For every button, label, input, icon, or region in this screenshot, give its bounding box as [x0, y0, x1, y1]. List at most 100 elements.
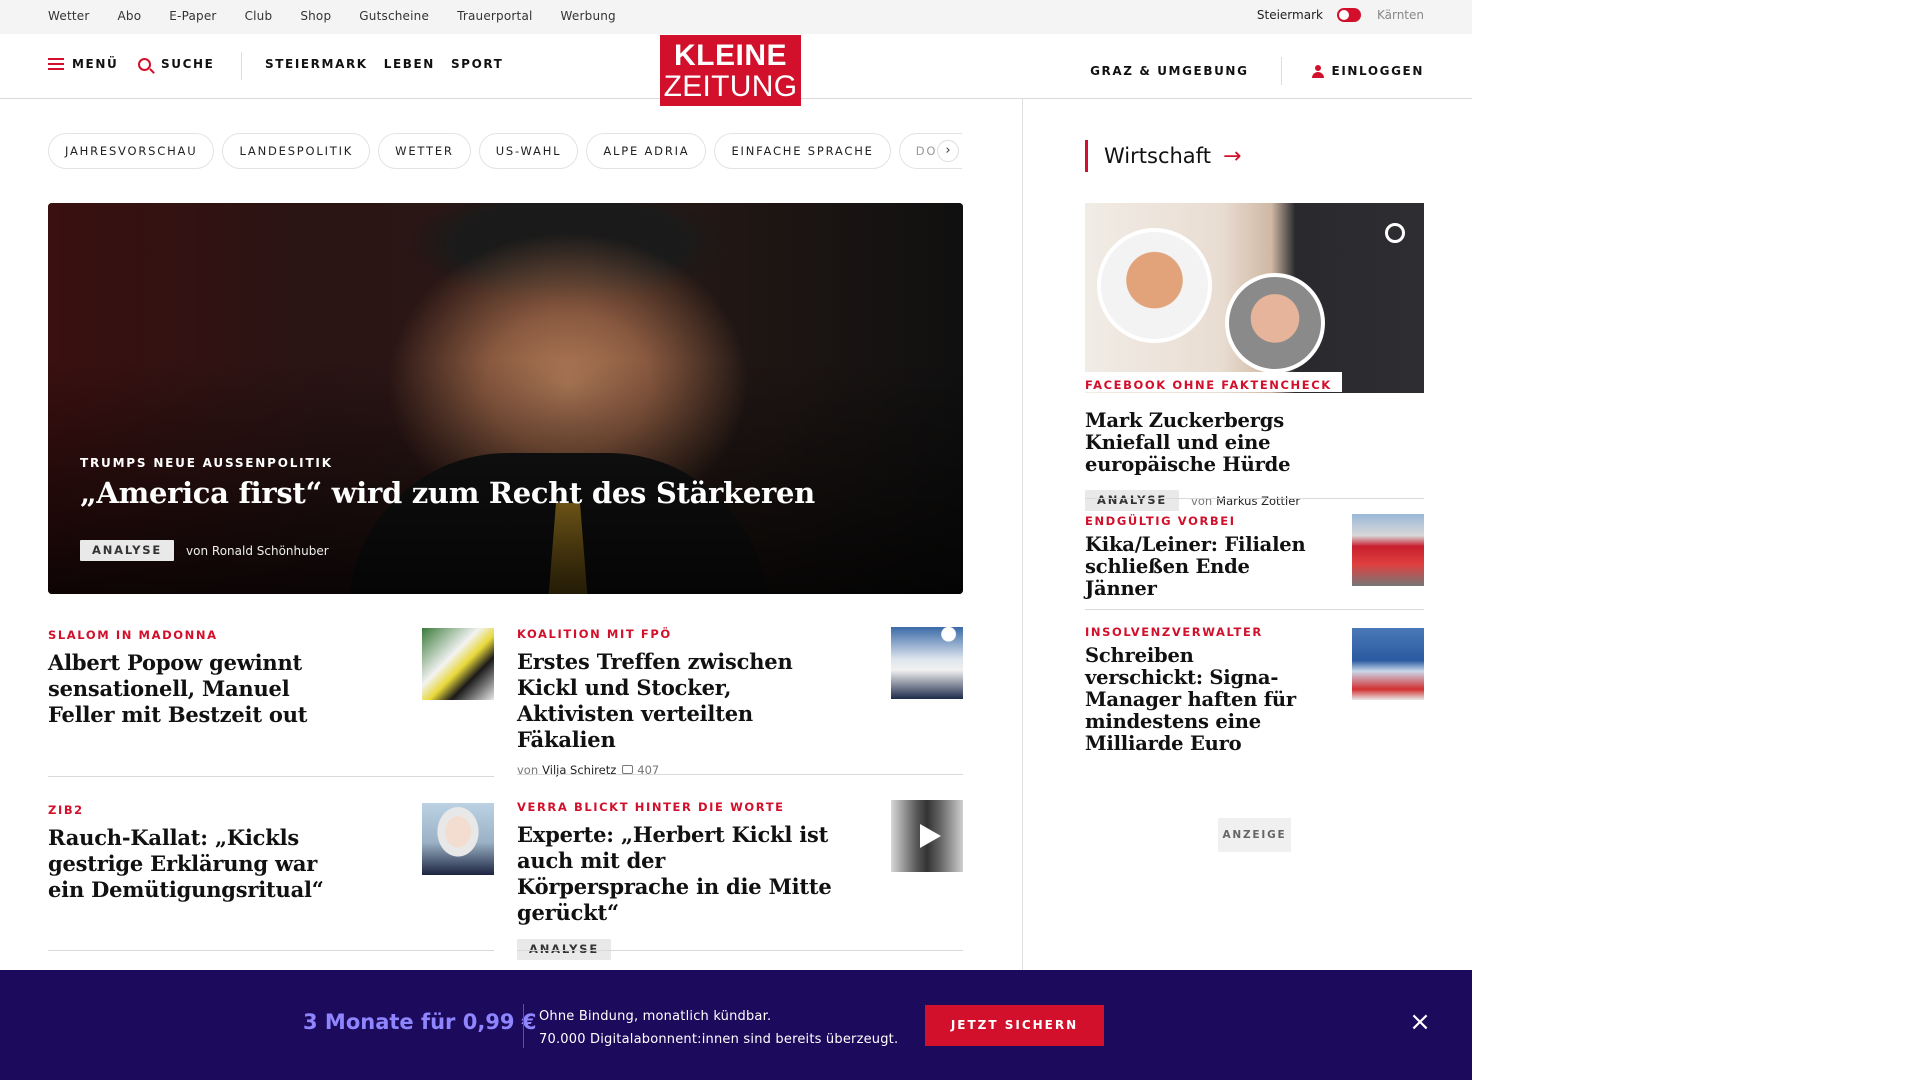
- subscription-banner: 3 Monate für 0,99 € Ohne Bindung, monatl…: [0, 970, 1472, 1080]
- teaser-divider: [48, 950, 494, 951]
- sidebar-lead-by: von: [1191, 493, 1213, 508]
- hero-byline: von Ronald Schönhuber: [186, 543, 329, 558]
- nav-leben[interactable]: LEBEN: [384, 57, 435, 71]
- service-links: Wetter Abo E-Paper Club Shop Gutscheine …: [48, 9, 644, 23]
- region-switch: Steiermark Kärnten: [1257, 8, 1424, 22]
- hero-title[interactable]: „America first“ wird zum Recht des Stärk…: [80, 476, 815, 510]
- site-logo[interactable]: KLEINE ZEITUNG: [660, 35, 801, 106]
- sidebar-article[interactable]: ENDGÜLTIG VORBEI Kika/Leiner: Filialen s…: [1085, 514, 1424, 600]
- service-link-werbung[interactable]: Werbung: [561, 9, 616, 23]
- hero-article[interactable]: TRUMPS NEUE AUSSENPOLITIK „America first…: [48, 203, 963, 594]
- page: Wetter Abo E-Paper Club Shop Gutscheine …: [0, 0, 1920, 1080]
- comment-icon: [622, 765, 634, 774]
- user-icon[interactable]: [1311, 64, 1324, 78]
- menu-label: MENÜ: [72, 57, 119, 71]
- teaser-card[interactable]: SLALOM IN MADONNA Albert Popow gewinnt s…: [48, 628, 494, 728]
- teaser-card[interactable]: VERRA BLICKT HINTER DIE WORTE Experte: „…: [517, 800, 963, 960]
- service-link-trauerportal[interactable]: Trauerportal: [457, 9, 532, 23]
- header-right-nav: GRAZ & UMGEBUNG EINLOGGEN: [1090, 57, 1424, 85]
- teaser-divider: [48, 776, 494, 777]
- tags-next-button[interactable]: ›: [937, 140, 959, 162]
- teaser-title[interactable]: Experte: „Herbert Kickl ist auch mit der…: [517, 822, 837, 926]
- region-steiermark[interactable]: Steiermark: [1257, 8, 1323, 22]
- main-header: MENÜ SUCHE STEIERMARK LEBEN SPORT KLEINE…: [0, 34, 1472, 106]
- promo-offer[interactable]: 3 Monate für 0,99 €: [303, 1010, 536, 1034]
- teaser-title[interactable]: Albert Popow gewinnt sensationell, Manue…: [48, 650, 348, 728]
- site: Wetter Abo E-Paper Club Shop Gutscheine …: [0, 0, 1472, 1080]
- service-link-gutscheine[interactable]: Gutscheine: [359, 9, 429, 23]
- sidebar-lead-kicker-box: FACEBOOK OHNE FAKTENCHECK: [1085, 372, 1342, 392]
- menu-button[interactable]: MENÜ: [48, 57, 118, 71]
- ad-label: ANZEIGE: [1218, 818, 1291, 852]
- tag-jahresvorschau[interactable]: JAHRESVORSCHAU: [48, 133, 215, 169]
- nav-steiermark[interactable]: STEIERMARK: [265, 57, 368, 71]
- sidebar-lead-article[interactable]: Mark Zuckerbergs Kniefall und eine europ…: [1085, 404, 1424, 511]
- header-divider: [1280, 57, 1282, 85]
- search-label: SUCHE: [161, 57, 215, 71]
- sidebar-thumbnail[interactable]: [1352, 628, 1424, 700]
- sidebar-article[interactable]: INSOLVENZVERWALTER Schreiben verschickt:…: [1085, 625, 1424, 755]
- promo-text: Ohne Bindung, monatlich kündbar. 70.000 …: [539, 1005, 898, 1051]
- sidebar-title[interactable]: Schreiben verschickt: Signa-Manager haft…: [1085, 645, 1315, 755]
- topic-tags: JAHRESVORSCHAU LANDESPOLITIK WETTER US-W…: [48, 133, 964, 169]
- hero-meta: ANALYSE von Ronald Schönhuber: [80, 540, 329, 561]
- sidebar-thumbnail[interactable]: [1352, 514, 1424, 586]
- logo-line-1: KLEINE: [673, 39, 787, 72]
- teaser-title[interactable]: Rauch-Kallat: „Kickls gestrige Erklärung…: [48, 825, 338, 903]
- sidebar-lead-author[interactable]: Markus Zottler: [1216, 494, 1300, 508]
- service-link-abo[interactable]: Abo: [117, 9, 141, 23]
- login-link[interactable]: EINLOGGEN: [1332, 64, 1424, 78]
- service-link-epaper[interactable]: E-Paper: [169, 9, 216, 23]
- tag-us-wahl[interactable]: US-WAHL: [478, 133, 579, 169]
- teaser-video-thumbnail[interactable]: [891, 800, 963, 872]
- tag-landespolitik[interactable]: LANDESPOLITIK: [222, 133, 371, 169]
- close-icon[interactable]: ×: [1408, 1009, 1432, 1035]
- service-link-shop[interactable]: Shop: [300, 9, 331, 23]
- sidebar-lead-meta: ANALYSE von Markus Zottler: [1085, 490, 1424, 511]
- subscribe-button[interactable]: JETZT SICHERN: [925, 1005, 1104, 1046]
- analysis-badge: ANALYSE: [1085, 490, 1180, 511]
- logo-line-2: ZEITUNG: [663, 70, 798, 103]
- teaser-thumbnail[interactable]: [422, 803, 494, 875]
- teaser-meta: ANALYSE: [517, 938, 963, 960]
- analysis-badge: ANALYSE: [80, 540, 175, 561]
- region-toggle[interactable]: [1336, 8, 1361, 22]
- teaser-thumbnail[interactable]: [422, 628, 494, 700]
- promo-line-1: Ohne Bindung, monatlich kündbar.: [539, 1009, 772, 1024]
- teaser-thumbnail[interactable]: [891, 627, 963, 699]
- nav-sport[interactable]: SPORT: [451, 57, 504, 71]
- teaser-divider: [517, 950, 963, 951]
- nav-graz-umgebung[interactable]: GRAZ & UMGEBUNG: [1090, 64, 1248, 78]
- search-icon: [1385, 223, 1405, 243]
- teaser-divider: [517, 774, 963, 775]
- header-divider: [241, 52, 242, 80]
- sidebar-lead-kicker: FACEBOOK OHNE FAKTENCHECK: [1085, 378, 1332, 392]
- teaser-title[interactable]: Erstes Treffen zwischen Kickl und Stocke…: [517, 649, 837, 753]
- hero-overlay: [48, 203, 963, 594]
- search-icon: [138, 57, 151, 71]
- play-icon[interactable]: [891, 800, 963, 872]
- sidebar-title[interactable]: Kika/Leiner: Filialen schließen Ende Jän…: [1085, 534, 1315, 600]
- service-link-club[interactable]: Club: [245, 9, 273, 23]
- column-divider: [1022, 99, 1023, 979]
- sidebar-divider: [1085, 498, 1424, 499]
- sidebar-lead-title[interactable]: Mark Zuckerbergs Kniefall und eine europ…: [1085, 410, 1355, 476]
- promo-line-2: 70.000 Digitalabonnent:innen sind bereit…: [539, 1032, 899, 1047]
- promo-divider: [523, 1004, 524, 1048]
- service-link-wetter[interactable]: Wetter: [48, 9, 89, 23]
- search-button[interactable]: SUCHE: [138, 57, 214, 71]
- section-heading-wirtschaft[interactable]: Wirtschaft →: [1085, 140, 1241, 172]
- sidebar-image-portrait: [1097, 228, 1212, 343]
- tag-einfache-sprache[interactable]: EINFACHE SPRACHE: [714, 133, 891, 169]
- teaser-card[interactable]: KOALITION MIT FPÖ Erstes Treffen zwische…: [517, 627, 963, 777]
- teaser-card[interactable]: ZIB2 Rauch-Kallat: „Kickls gestrige Erkl…: [48, 803, 494, 903]
- section-heading-label: Wirtschaft: [1104, 144, 1211, 168]
- sidebar-image-portrait: [1225, 273, 1325, 373]
- region-kaernten[interactable]: Kärnten: [1377, 8, 1424, 22]
- tag-wetter[interactable]: WETTER: [378, 133, 471, 169]
- page-margin: [1472, 0, 1920, 1080]
- section-nav: STEIERMARK LEBEN SPORT: [265, 57, 503, 71]
- sidebar-lead-image[interactable]: [1085, 203, 1424, 393]
- sidebar-divider: [1085, 609, 1424, 610]
- tag-alpe-adria[interactable]: ALPE ADRIA: [586, 133, 707, 169]
